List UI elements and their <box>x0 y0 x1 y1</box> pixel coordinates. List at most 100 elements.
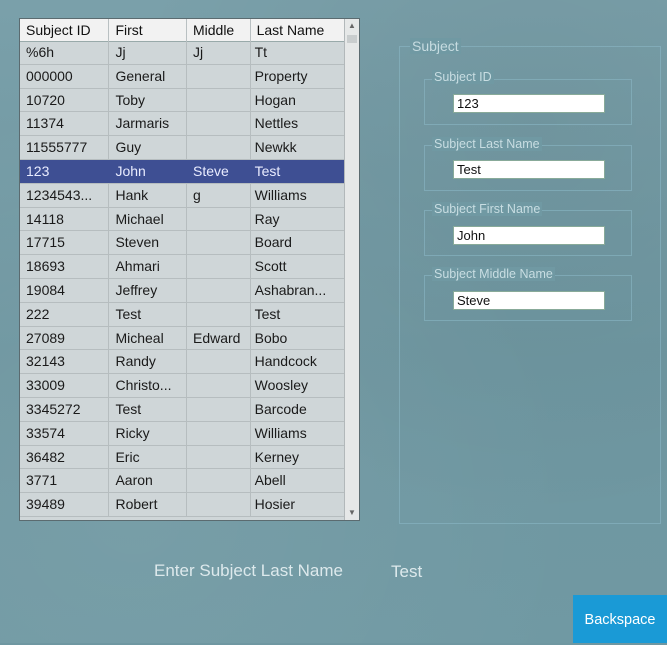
cell-subject-id: 33009 <box>20 374 110 397</box>
cell-subject-id: 33574 <box>20 421 110 445</box>
cell-middle <box>187 231 251 255</box>
table-row[interactable]: 39489 Robert Hosier <box>20 493 346 517</box>
table-row[interactable]: 222 Test Test <box>20 302 346 327</box>
column-header-first[interactable]: First <box>109 19 187 41</box>
table-row[interactable]: 3345272 Test Barcode <box>20 397 346 422</box>
cell-first: Ricky <box>109 421 187 445</box>
table-row[interactable]: 17715 Steven Board <box>20 231 346 256</box>
cell-middle <box>187 278 251 302</box>
column-header-last-name[interactable]: Last Name <box>251 19 345 41</box>
subject-last-name-field[interactable]: Test <box>453 160 605 179</box>
table-row[interactable]: 10720 Toby Hogan <box>20 88 346 113</box>
cell-middle <box>187 302 251 326</box>
cell-subject-id: 19084 <box>20 278 110 302</box>
cell-subject-id: 000000 <box>20 64 110 88</box>
cell-last-name: Newkk <box>251 136 346 159</box>
cell-subject-id: 123 <box>20 159 110 183</box>
table-row[interactable]: 11374 Jarmaris Nettles <box>20 112 346 137</box>
table-row[interactable]: 123 John Steve Test <box>20 159 346 184</box>
subject-id-label: Subject ID <box>432 70 494 84</box>
scroll-down-icon[interactable]: ▼ <box>345 506 359 520</box>
cell-last-name: Nettles <box>251 112 346 136</box>
cell-first: Eric <box>109 445 187 469</box>
subject-grid[interactable]: Subject ID First Middle Last Name %6h Jj J… <box>19 18 360 521</box>
table-row[interactable]: 32143 Randy Handcock <box>20 350 346 375</box>
column-header-middle[interactable]: Middle <box>187 19 251 41</box>
cell-middle <box>187 397 251 421</box>
cell-last-name: Scott <box>251 255 346 278</box>
cell-first: Toby <box>109 88 187 112</box>
cell-last-name: Handcock <box>251 350 346 374</box>
table-row[interactable]: 19084 Jeffrey Ashabran... <box>20 278 346 303</box>
cell-subject-id: 10720 <box>20 88 110 112</box>
table-row[interactable]: 18693 Ahmari Scott <box>20 255 346 279</box>
cell-last-name: Hosier <box>251 493 346 516</box>
subject-middle-name-label: Subject Middle Name <box>432 267 555 281</box>
cell-last-name: Kerney <box>251 445 346 469</box>
table-row[interactable]: 33574 Ricky Williams <box>20 421 346 446</box>
table-row[interactable]: 14118 Michael Ray <box>20 207 346 232</box>
subject-first-name-field[interactable]: John <box>453 226 605 245</box>
cell-middle <box>187 255 251 278</box>
cell-last-name: Ray <box>251 207 346 231</box>
cell-subject-id: %6h <box>20 41 110 64</box>
cell-subject-id: 27089 <box>20 326 110 350</box>
cell-middle <box>187 493 251 516</box>
cell-first: Test <box>109 397 187 421</box>
cell-middle <box>187 64 251 88</box>
table-row[interactable]: 11555777 Guy Newkk <box>20 136 346 160</box>
cell-subject-id: 14118 <box>20 207 110 231</box>
cell-last-name: Williams <box>251 421 346 445</box>
cell-middle <box>187 112 251 136</box>
cell-first: Guy <box>109 136 187 159</box>
cell-middle <box>187 136 251 159</box>
cell-subject-id: 11374 <box>20 112 110 136</box>
cell-middle <box>187 421 251 445</box>
scroll-up-icon[interactable]: ▲ <box>345 19 359 33</box>
cell-last-name: Williams <box>251 183 346 207</box>
grid-scrollbar[interactable]: ▲ ▼ <box>344 19 359 520</box>
cell-subject-id: 39489 <box>20 493 110 516</box>
backspace-button[interactable]: Backspace <box>573 595 667 643</box>
subject-id-field[interactable]: 123 <box>453 94 605 113</box>
cell-middle: g <box>187 183 251 207</box>
cell-last-name: Barcode <box>251 397 346 421</box>
scroll-thumb[interactable] <box>347 35 357 43</box>
subject-first-name-label: Subject First Name <box>432 202 543 216</box>
cell-middle: Steve <box>187 159 251 183</box>
column-header-subject-id[interactable]: Subject ID <box>20 19 110 41</box>
table-row[interactable]: %6h Jj Jj Tt <box>20 41 346 65</box>
cell-subject-id: 11555777 <box>20 136 110 159</box>
table-row[interactable]: 27089 Micheal Edward Bobo <box>20 326 346 351</box>
table-row[interactable]: 36482 Eric Kerney <box>20 445 346 470</box>
cell-last-name: Property <box>251 64 346 88</box>
prompt-label: Enter Subject Last Name <box>154 561 343 580</box>
cell-first: Jeffrey <box>109 278 187 302</box>
cell-first: Hank <box>109 183 187 207</box>
cell-last-name: Bobo <box>251 326 346 350</box>
table-row[interactable]: 1234543... Hank g Williams <box>20 183 346 208</box>
cell-subject-id: 3345272 <box>20 397 110 421</box>
cell-first: Ahmari <box>109 255 187 278</box>
cell-middle <box>187 88 251 112</box>
table-row[interactable]: 33009 Christo... Woosley <box>20 374 346 398</box>
cell-last-name: Test <box>251 302 346 326</box>
cell-first: Michael <box>109 207 187 231</box>
table-row[interactable]: 000000 General Property <box>20 64 346 89</box>
cell-first: Randy <box>109 350 187 374</box>
cell-subject-id: 3771 <box>20 469 110 493</box>
cell-middle <box>187 374 251 397</box>
cell-last-name: Abell <box>251 469 346 493</box>
prompt-value: Test <box>391 562 423 581</box>
cell-middle <box>187 350 251 374</box>
cell-middle: Jj <box>187 41 251 64</box>
cell-subject-id: 17715 <box>20 231 110 255</box>
cell-middle <box>187 207 251 231</box>
table-row[interactable]: 3771 Aaron Abell <box>20 469 346 494</box>
subject-middle-name-field[interactable]: Steve <box>453 291 605 310</box>
cell-first: Jj <box>109 41 187 64</box>
cell-last-name: Hogan <box>251 88 346 112</box>
cell-last-name: Woosley <box>251 374 346 397</box>
cell-subject-id: 1234543... <box>20 183 110 207</box>
cell-first: Aaron <box>109 469 187 493</box>
